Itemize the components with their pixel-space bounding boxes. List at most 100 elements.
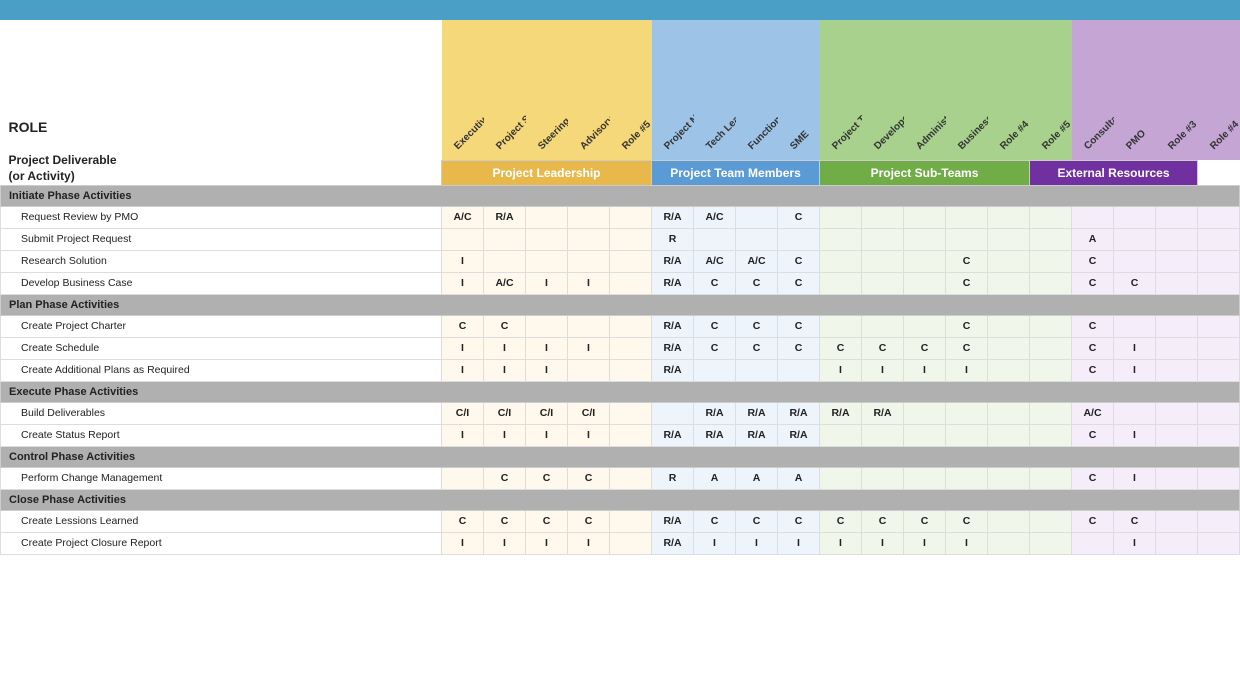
cell-0-0-17 bbox=[1156, 206, 1198, 228]
cell-4-1-0: I bbox=[442, 532, 484, 554]
cell-2-0-14 bbox=[1030, 402, 1072, 424]
cell-0-1-8 bbox=[778, 228, 820, 250]
column-header-1: Project Sponsor bbox=[484, 20, 526, 160]
table-row: Create Status ReportIIIIR/AR/AR/AR/ACI bbox=[1, 424, 1240, 446]
cell-4-0-13 bbox=[988, 510, 1030, 532]
cell-3-0-14 bbox=[1030, 467, 1072, 489]
cell-1-0-15: C bbox=[1072, 315, 1114, 337]
cell-1-1-18 bbox=[1198, 337, 1240, 359]
table-row: Perform Change ManagementCCCRAAACI bbox=[1, 467, 1240, 489]
cell-3-0-18 bbox=[1198, 467, 1240, 489]
cell-0-2-14 bbox=[1030, 250, 1072, 272]
column-header-18: Role #4 bbox=[1198, 20, 1240, 160]
cell-4-1-5: R/A bbox=[652, 532, 694, 554]
cell-2-0-11 bbox=[904, 402, 946, 424]
cell-3-0-2: C bbox=[526, 467, 568, 489]
section-row: Initiate Phase Activities bbox=[1, 185, 1240, 206]
section-row: Close Phase Activities bbox=[1, 489, 1240, 510]
cell-1-0-14 bbox=[1030, 315, 1072, 337]
cell-1-2-17 bbox=[1156, 359, 1198, 381]
column-header-2: Steering Committee bbox=[526, 20, 568, 160]
cell-1-1-1: I bbox=[484, 337, 526, 359]
group-header-external-resources: External Resources bbox=[1030, 160, 1198, 185]
cell-4-1-2: I bbox=[526, 532, 568, 554]
cell-4-0-6: C bbox=[694, 510, 736, 532]
cell-1-2-8 bbox=[778, 359, 820, 381]
cell-1-2-2: I bbox=[526, 359, 568, 381]
cell-3-0-3: C bbox=[568, 467, 610, 489]
cell-1-2-7 bbox=[736, 359, 778, 381]
cell-1-2-14 bbox=[1030, 359, 1072, 381]
cell-4-0-12: C bbox=[946, 510, 988, 532]
cell-2-0-1: C/I bbox=[484, 402, 526, 424]
cell-0-2-3 bbox=[568, 250, 610, 272]
cell-0-2-9 bbox=[820, 250, 862, 272]
cell-0-0-6: A/C bbox=[694, 206, 736, 228]
row-label: Perform Change Management bbox=[1, 467, 442, 489]
cell-0-1-18 bbox=[1198, 228, 1240, 250]
cell-1-0-18 bbox=[1198, 315, 1240, 337]
cell-0-1-16 bbox=[1114, 228, 1156, 250]
cell-4-0-3: C bbox=[568, 510, 610, 532]
cell-4-0-15: C bbox=[1072, 510, 1114, 532]
cell-0-1-0 bbox=[442, 228, 484, 250]
cell-2-0-18 bbox=[1198, 402, 1240, 424]
cell-0-2-2 bbox=[526, 250, 568, 272]
cell-1-0-16 bbox=[1114, 315, 1156, 337]
cell-2-0-13 bbox=[988, 402, 1030, 424]
cell-2-0-16 bbox=[1114, 402, 1156, 424]
cell-0-2-15: C bbox=[1072, 250, 1114, 272]
cell-3-0-16: I bbox=[1114, 467, 1156, 489]
cell-0-3-5: R/A bbox=[652, 272, 694, 294]
cell-2-0-3: C/I bbox=[568, 402, 610, 424]
cell-4-1-12: I bbox=[946, 532, 988, 554]
cell-1-0-3 bbox=[568, 315, 610, 337]
cell-0-2-8: C bbox=[778, 250, 820, 272]
cell-4-1-13 bbox=[988, 532, 1030, 554]
cell-3-0-17 bbox=[1156, 467, 1198, 489]
column-header-16: PMO bbox=[1114, 20, 1156, 160]
column-header-3: Advisory Committee bbox=[568, 20, 610, 160]
main-content: ROLEProject Deliverable(or Activity)Exec… bbox=[0, 20, 1240, 555]
cell-0-3-12: C bbox=[946, 272, 988, 294]
column-header-8: SME bbox=[778, 20, 820, 160]
table-row: Create Project Closure ReportIIIIR/AIIII… bbox=[1, 532, 1240, 554]
cell-0-0-16 bbox=[1114, 206, 1156, 228]
cell-0-3-9 bbox=[820, 272, 862, 294]
cell-1-1-16: I bbox=[1114, 337, 1156, 359]
cell-0-2-10 bbox=[862, 250, 904, 272]
cell-4-0-11: C bbox=[904, 510, 946, 532]
cell-4-0-0: C bbox=[442, 510, 484, 532]
cell-1-2-0: I bbox=[442, 359, 484, 381]
cell-0-2-6: A/C bbox=[694, 250, 736, 272]
cell-1-2-9: I bbox=[820, 359, 862, 381]
cell-3-0-12 bbox=[946, 467, 988, 489]
cell-0-0-9 bbox=[820, 206, 862, 228]
column-header-10: Developer bbox=[862, 20, 904, 160]
column-header-7: Functional Lead bbox=[736, 20, 778, 160]
cell-0-2-4 bbox=[610, 250, 652, 272]
cell-4-0-16: C bbox=[1114, 510, 1156, 532]
cell-3-0-15: C bbox=[1072, 467, 1114, 489]
cell-1-2-6 bbox=[694, 359, 736, 381]
cell-0-3-3: I bbox=[568, 272, 610, 294]
cell-1-0-13 bbox=[988, 315, 1030, 337]
column-header-5: Project Manager bbox=[652, 20, 694, 160]
cell-4-1-11: I bbox=[904, 532, 946, 554]
cell-1-1-12: C bbox=[946, 337, 988, 359]
column-header-14: Role #5 bbox=[1030, 20, 1072, 160]
cell-2-0-0: C/I bbox=[442, 402, 484, 424]
cell-1-1-9: C bbox=[820, 337, 862, 359]
cell-4-1-8: I bbox=[778, 532, 820, 554]
table-row: Create Additional Plans as RequiredIIIR/… bbox=[1, 359, 1240, 381]
cell-2-1-3: I bbox=[568, 424, 610, 446]
cell-1-1-17 bbox=[1156, 337, 1198, 359]
cell-2-1-1: I bbox=[484, 424, 526, 446]
cell-0-2-1 bbox=[484, 250, 526, 272]
cell-3-0-9 bbox=[820, 467, 862, 489]
cell-2-1-10 bbox=[862, 424, 904, 446]
row-label: Request Review by PMO bbox=[1, 206, 442, 228]
cell-4-1-7: I bbox=[736, 532, 778, 554]
cell-4-0-8: C bbox=[778, 510, 820, 532]
cell-4-1-4 bbox=[610, 532, 652, 554]
